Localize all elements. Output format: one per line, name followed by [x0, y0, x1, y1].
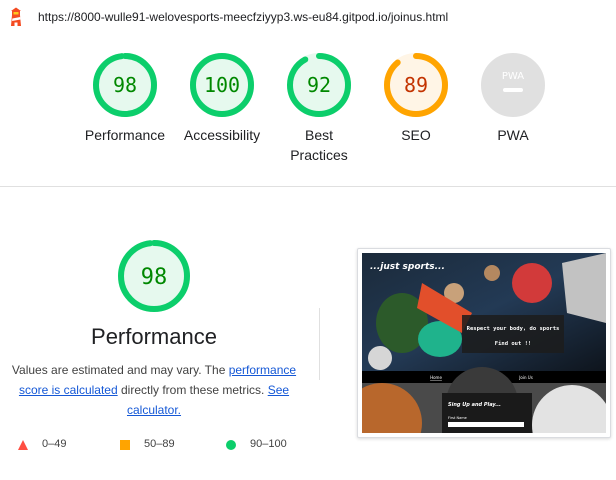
gauge-score: 89	[404, 73, 428, 97]
gauge-seo[interactable]: 89 SEO	[366, 52, 466, 145]
gauge-ring: 100	[190, 53, 254, 117]
thumb-nav-home: Home	[430, 375, 442, 380]
url-bar: https://8000-wulle91-welovesports-meecfz…	[0, 0, 616, 34]
lighthouse-icon	[11, 7, 21, 26]
gauge-score: 100	[204, 73, 240, 97]
sports-website-thumbnail: ...just sports... Respect your body, do …	[362, 253, 606, 433]
performance-description: Values are estimated and may vary. The p…	[8, 360, 300, 420]
final-screenshot[interactable]: ...just sports... Respect your body, do …	[357, 248, 611, 438]
thumb-hero-title: ...just sports...	[370, 262, 445, 272]
gauge-score: 92	[307, 73, 331, 97]
score-legend: 0–49 50–89 90–100	[18, 438, 318, 454]
fail-triangle-icon	[18, 440, 28, 450]
gauge-best-practices[interactable]: 92 Best Practices	[269, 52, 369, 165]
gauge-ring: 89	[384, 53, 448, 117]
gauge-label: Accessibility	[183, 127, 261, 143]
average-square-icon	[120, 440, 130, 450]
thumb-nav-join: Join Us	[518, 375, 533, 380]
gauge-accessibility[interactable]: 100 Accessibility	[172, 52, 272, 145]
gauge-ring: 98	[93, 53, 157, 117]
gauge-base	[481, 53, 545, 117]
thumb-hero-cta: Find out !!	[495, 341, 531, 347]
legend-fail-range: 0–49	[42, 438, 67, 450]
pwa-dash-icon	[503, 88, 523, 92]
gauge-ring: 92	[287, 53, 351, 117]
legend-pass: 90–100	[226, 438, 287, 450]
category-gauges: 98 Performance 100 Accessibility 92 Best Prac…	[0, 40, 616, 180]
desc-mid: directly from these metrics.	[117, 383, 268, 397]
gauge-label: Best Practices	[290, 127, 348, 163]
gauge-label: Performance	[84, 127, 166, 143]
performance-title: Performance	[91, 324, 217, 349]
thumb-form-title: Sing Up and Play...	[448, 402, 501, 408]
page-url[interactable]: https://8000-wulle91-welovesports-meecfz…	[38, 10, 448, 24]
vertical-separator	[319, 308, 320, 380]
legend-pass-range: 90–100	[250, 438, 287, 450]
legend-average-range: 50–89	[144, 438, 175, 450]
pass-circle-icon	[226, 440, 236, 450]
performance-gauge[interactable]: 98	[117, 239, 191, 313]
legend-average: 50–89	[120, 438, 175, 450]
section-divider	[0, 186, 616, 187]
gauge-performance[interactable]: 98 Performance	[75, 52, 175, 145]
gauge-label: SEO	[401, 127, 431, 143]
screenshot-image: ...just sports... Respect your body, do …	[362, 253, 606, 433]
thumb-form-field-label: First Name	[448, 416, 467, 420]
gauge-label: PWA	[497, 127, 529, 143]
desc-prefix: Values are estimated and may vary. The	[11, 363, 229, 377]
thumb-hero-text: Respect your body, do sports	[467, 326, 560, 332]
gauge-ring: PWA	[481, 53, 545, 117]
gauge-score: 98	[141, 265, 168, 290]
legend-fail: 0–49	[18, 438, 66, 450]
gauge-pwa[interactable]: PWA PWA	[463, 52, 563, 145]
pwa-badge-text: PWA	[502, 71, 524, 82]
gauge-score: 98	[113, 73, 137, 97]
